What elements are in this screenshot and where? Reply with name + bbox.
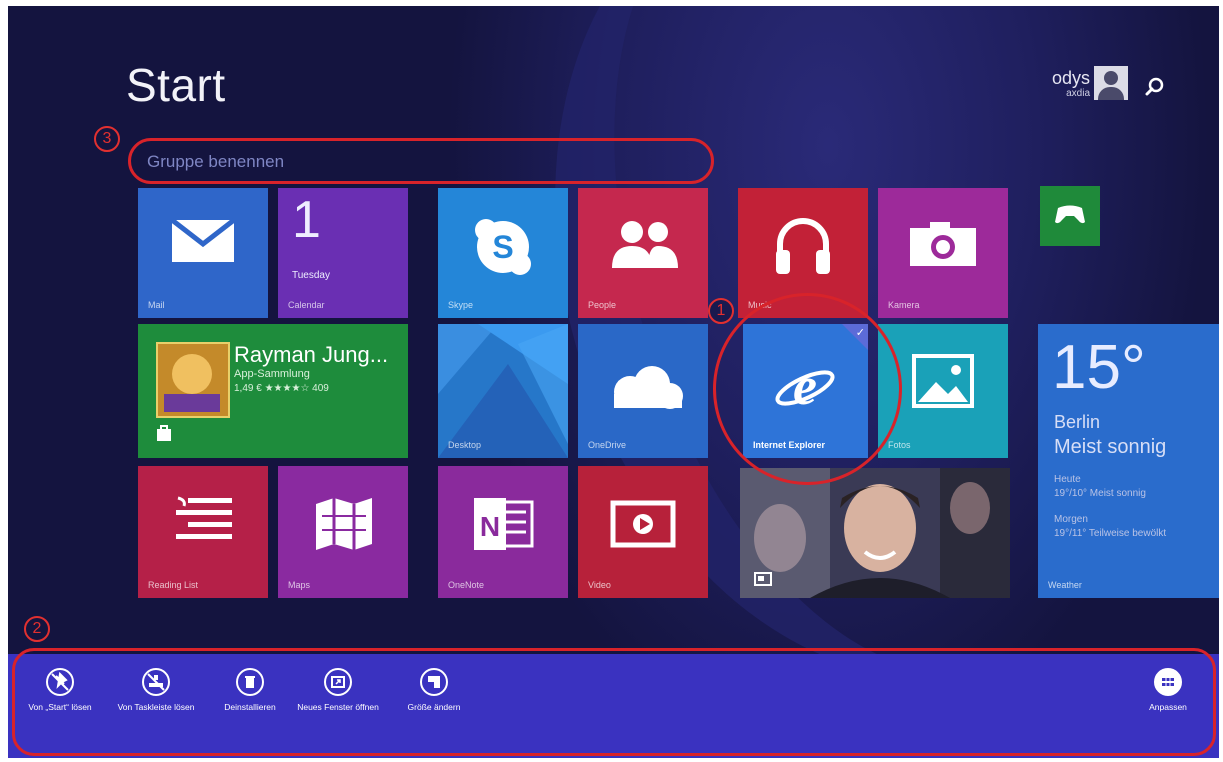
tile-desktop-label: Desktop	[448, 440, 482, 450]
store-app-image	[156, 342, 230, 418]
game-controller-icon	[1055, 205, 1085, 224]
tile-weather[interactable]: 15° Berlin Meist sonnig Heute 19°/10° Me…	[1038, 324, 1219, 598]
start-title: Start	[126, 59, 226, 111]
annotation-ring-appbar	[12, 648, 1216, 756]
headphones-icon	[776, 218, 830, 274]
video-icon	[610, 500, 676, 548]
store-app-subtitle: App-Sammlung	[234, 368, 310, 380]
store-bag-icon	[157, 425, 171, 441]
tile-people[interactable]: People	[578, 188, 708, 318]
tile-camera[interactable]: Kamera	[878, 188, 1008, 318]
tile-video-label: Video	[588, 580, 611, 590]
tile-desktop[interactable]: Desktop	[438, 324, 568, 458]
user-account[interactable]: odys axdia	[1032, 66, 1192, 106]
tile-photo-live[interactable]	[740, 468, 1010, 598]
start-screen: Start odys axdia 3 Mail 1 Tuesday Calend…	[8, 6, 1219, 758]
group-name-input[interactable]	[147, 152, 687, 172]
tile-mail[interactable]: Mail	[138, 188, 268, 318]
photo-corner-icon	[754, 572, 772, 586]
mail-icon	[170, 218, 236, 262]
tile-skype[interactable]: S Skype	[438, 188, 568, 318]
weather-temperature: 15°	[1052, 333, 1146, 402]
search-icon	[1145, 77, 1164, 96]
tile-mail-label: Mail	[148, 300, 165, 310]
tile-people-label: People	[588, 300, 617, 310]
weather-tomorrow-label: Morgen	[1054, 514, 1088, 525]
tile-calendar-label: Calendar	[288, 300, 325, 310]
svg-text:N: N	[480, 511, 500, 542]
annotation-2: 2	[24, 616, 50, 642]
tile-reading-list[interactable]: Reading List	[138, 466, 268, 598]
tile-weather-label: Weather	[1048, 580, 1082, 590]
weather-tomorrow: 19°/11° Teilweise bewölkt	[1054, 528, 1167, 539]
store-app-price: 1,49 € ★★★★☆ 409	[234, 383, 329, 394]
tile-onenote-label: OneNote	[448, 580, 485, 590]
group-name-box[interactable]	[128, 138, 714, 184]
annotation-1: 1	[708, 298, 734, 324]
weather-city: Berlin	[1054, 412, 1101, 432]
avatar[interactable]	[1094, 66, 1128, 100]
user-subtitle: axdia	[1066, 88, 1090, 99]
tile-reading-label: Reading List	[148, 580, 199, 590]
svg-text:S: S	[492, 229, 513, 265]
user-name: odys	[1051, 68, 1090, 88]
calendar-day-name: Tuesday	[292, 270, 330, 281]
skype-icon: S	[475, 219, 531, 275]
tile-onenote[interactable]: N OneNote	[438, 466, 568, 598]
tile-fotos-label: Fotos	[888, 440, 911, 450]
weather-today-label: Heute	[1054, 474, 1081, 485]
store-app-title: Rayman Jung...	[234, 342, 389, 367]
photo-icon	[912, 354, 974, 408]
map-icon	[316, 498, 372, 550]
tile-video[interactable]: Video	[578, 466, 708, 598]
weather-condition: Meist sonnig	[1054, 436, 1167, 458]
tile-onedrive-label: OneDrive	[588, 440, 627, 450]
search-button[interactable]	[1144, 76, 1166, 98]
tile-skype-label: Skype	[448, 300, 474, 310]
person-photo	[740, 468, 1010, 598]
tile-maps-label: Maps	[288, 580, 311, 590]
annotation-3: 3	[94, 126, 120, 152]
tile-maps[interactable]: Maps	[278, 466, 408, 598]
weather-today: 19°/10° Meist sonnig	[1054, 488, 1146, 499]
calendar-day-number: 1	[292, 191, 321, 249]
tile-camera-label: Kamera	[888, 300, 920, 310]
tile-calendar[interactable]: 1 Tuesday Calendar	[278, 188, 408, 318]
reading-list-icon	[176, 496, 232, 539]
tile-onedrive[interactable]: OneDrive	[578, 324, 708, 458]
camera-icon	[910, 222, 976, 266]
cloud-icon	[614, 366, 683, 409]
tile-xbox[interactable]	[1040, 186, 1100, 246]
tile-store[interactable]: Rayman Jung... App-Sammlung 1,49 € ★★★★☆…	[138, 324, 408, 458]
desktop-wallpaper-icon	[438, 324, 568, 458]
people-icon	[612, 221, 678, 268]
onenote-icon: N	[474, 498, 534, 550]
annotation-ring-ie	[713, 293, 902, 485]
